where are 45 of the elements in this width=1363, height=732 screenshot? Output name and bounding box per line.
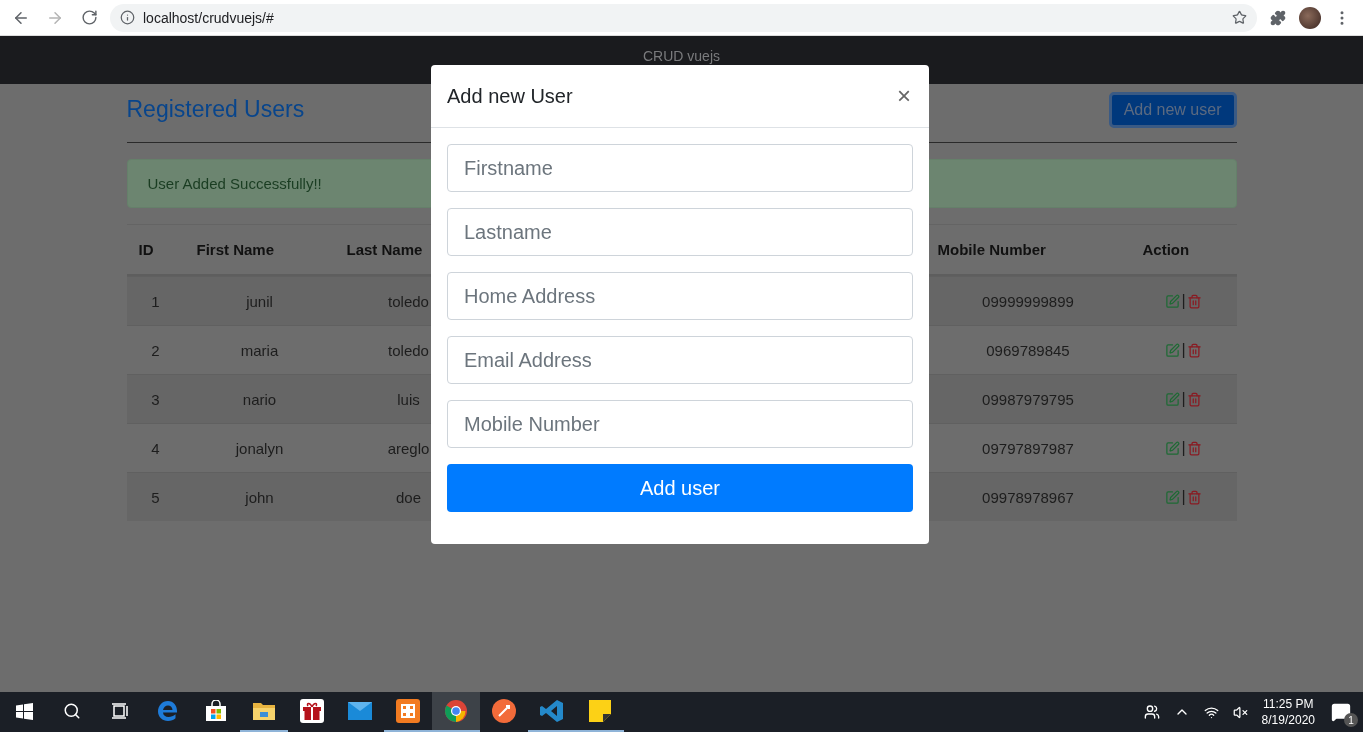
separator-text: |	[1181, 292, 1186, 310]
sticky-note-icon[interactable]	[589, 700, 611, 722]
star-icon[interactable]	[1232, 10, 1247, 25]
notification-count: 1	[1344, 713, 1358, 727]
table-cell: 1	[126, 276, 185, 325]
separator-text: |	[1181, 390, 1186, 408]
shopping-bag-icon[interactable]	[205, 700, 227, 722]
separator-text: |	[1181, 488, 1186, 506]
input-field[interactable]: Mobile Number	[447, 400, 913, 448]
clock[interactable]: 11:25 PM 8/19/2020	[1261, 696, 1315, 728]
address-bar[interactable]: localhost/crudvuejs/#	[110, 3, 1257, 32]
chrome-logo-icon[interactable]	[444, 699, 468, 723]
avatar[interactable]	[1299, 6, 1321, 29]
page-heading: Registered Users	[126, 96, 305, 123]
close-button[interactable]: ×	[895, 82, 913, 110]
input-field[interactable]: Email Address	[447, 336, 913, 384]
url-text: localhost/crudvuejs/#	[143, 9, 275, 26]
table-cell: nario	[184, 374, 335, 423]
input-field[interactable]: Home Address	[447, 272, 913, 320]
table-cell: 3	[126, 374, 185, 423]
date-text: 8/19/2020	[1261, 712, 1315, 728]
people-icon[interactable]	[1143, 704, 1160, 720]
separator-text: |	[1181, 341, 1186, 359]
windows-logo-icon[interactable]	[15, 702, 33, 720]
table-cell: 5	[126, 472, 185, 521]
table-cell: john	[184, 472, 335, 521]
input-field[interactable]: Lastname	[447, 208, 913, 256]
modal-title: Add new User	[447, 84, 573, 108]
wifi-icon[interactable]	[1203, 704, 1219, 720]
add-user-submit-button[interactable]: Add user	[447, 464, 913, 512]
table-cell: junil	[184, 276, 335, 325]
mute-icon[interactable]	[1232, 704, 1248, 720]
search-icon[interactable]	[63, 702, 81, 720]
browser-icon[interactable]	[157, 700, 179, 722]
gift-icon[interactable]	[300, 699, 324, 723]
folder-icon[interactable]	[253, 701, 275, 721]
input-field[interactable]: Firstname	[447, 144, 913, 192]
knot-icon[interactable]	[396, 699, 420, 723]
separator-text: |	[1181, 439, 1186, 457]
info-icon[interactable]	[120, 10, 135, 25]
task-view-icon[interactable]	[111, 703, 129, 719]
time-text: 11:25 PM	[1263, 696, 1314, 712]
navbar-title: CRUD vuejs	[643, 48, 720, 64]
rocket-circle-icon[interactable]	[492, 699, 516, 723]
code-editor-icon[interactable]	[540, 699, 564, 723]
